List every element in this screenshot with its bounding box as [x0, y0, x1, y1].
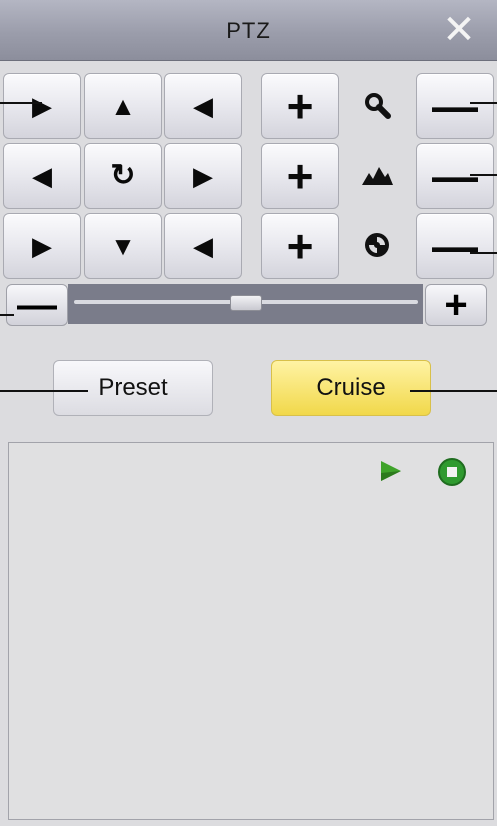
window-title: PTZ — [226, 18, 271, 43]
tab-preset[interactable]: Preset — [53, 360, 213, 416]
speed-increase-button[interactable]: + — [425, 284, 487, 326]
arrow-right-icon: ▶ — [193, 161, 213, 191]
pan-down-right-button[interactable]: ◀ — [164, 213, 242, 279]
pan-up-right-button[interactable]: ◀ — [164, 73, 242, 139]
ptz-panel: PTZ ✕ ▶ ▲ ◀ ◀ ↻ ▶ ▶ ▼ ◀ + — + — + — — + … — [0, 0, 497, 826]
plus-icon: + — [444, 283, 468, 327]
play-icon[interactable] — [379, 459, 403, 483]
rotate-icon: ↻ — [110, 159, 136, 192]
callout-line — [470, 174, 497, 176]
focus-far-button[interactable]: — — [416, 143, 494, 209]
close-icon[interactable]: ✕ — [439, 10, 479, 50]
arrow-down-left-icon: ▶ — [32, 231, 52, 261]
auto-rotate-button[interactable]: ↻ — [84, 143, 162, 209]
magnifier-icon — [352, 73, 402, 137]
tab-cruise[interactable]: Cruise — [271, 360, 431, 416]
plus-icon: + — [286, 80, 314, 132]
iris-open-button[interactable]: + — [261, 213, 339, 279]
minus-icon: — — [432, 150, 478, 202]
tab-cruise-label: Cruise — [316, 374, 386, 401]
minus-icon: — — [432, 220, 478, 272]
cruise-list[interactable] — [8, 442, 494, 820]
arrow-left-icon: ◀ — [32, 161, 52, 191]
speed-decrease-button[interactable]: — — [6, 284, 68, 326]
tab-preset-label: Preset — [98, 374, 168, 401]
speed-slider-thumb[interactable] — [230, 295, 262, 311]
stop-icon[interactable] — [437, 457, 467, 487]
arrow-down-right-icon: ◀ — [193, 231, 213, 261]
callout-line — [0, 390, 88, 392]
iris-close-button[interactable]: — — [416, 213, 494, 279]
pan-right-button[interactable]: ▶ — [164, 143, 242, 209]
title-bar: PTZ ✕ — [0, 0, 497, 61]
callout-line — [470, 102, 497, 104]
callout-line — [0, 102, 42, 104]
callout-line — [0, 314, 14, 316]
plus-icon: + — [286, 220, 314, 272]
focus-near-button[interactable]: + — [261, 143, 339, 209]
mountain-icon — [352, 143, 402, 207]
pan-left-button[interactable]: ◀ — [3, 143, 81, 209]
arrow-down-icon: ▼ — [110, 231, 136, 261]
callout-line — [410, 390, 497, 392]
pan-down-left-button[interactable]: ▶ — [3, 213, 81, 279]
minus-icon: — — [432, 80, 478, 132]
minus-icon: — — [17, 283, 57, 327]
tilt-down-button[interactable]: ▼ — [84, 213, 162, 279]
tilt-up-button[interactable]: ▲ — [84, 73, 162, 139]
arrow-up-icon: ▲ — [110, 91, 136, 121]
arrow-up-left-icon: ▶ — [32, 91, 52, 121]
callout-line — [470, 252, 497, 254]
iris-icon — [352, 213, 402, 277]
zoom-out-button[interactable]: — — [416, 73, 494, 139]
arrow-up-right-icon: ◀ — [193, 91, 213, 121]
zoom-in-button[interactable]: + — [261, 73, 339, 139]
pan-up-left-button[interactable]: ▶ — [3, 73, 81, 139]
plus-icon: + — [286, 150, 314, 202]
